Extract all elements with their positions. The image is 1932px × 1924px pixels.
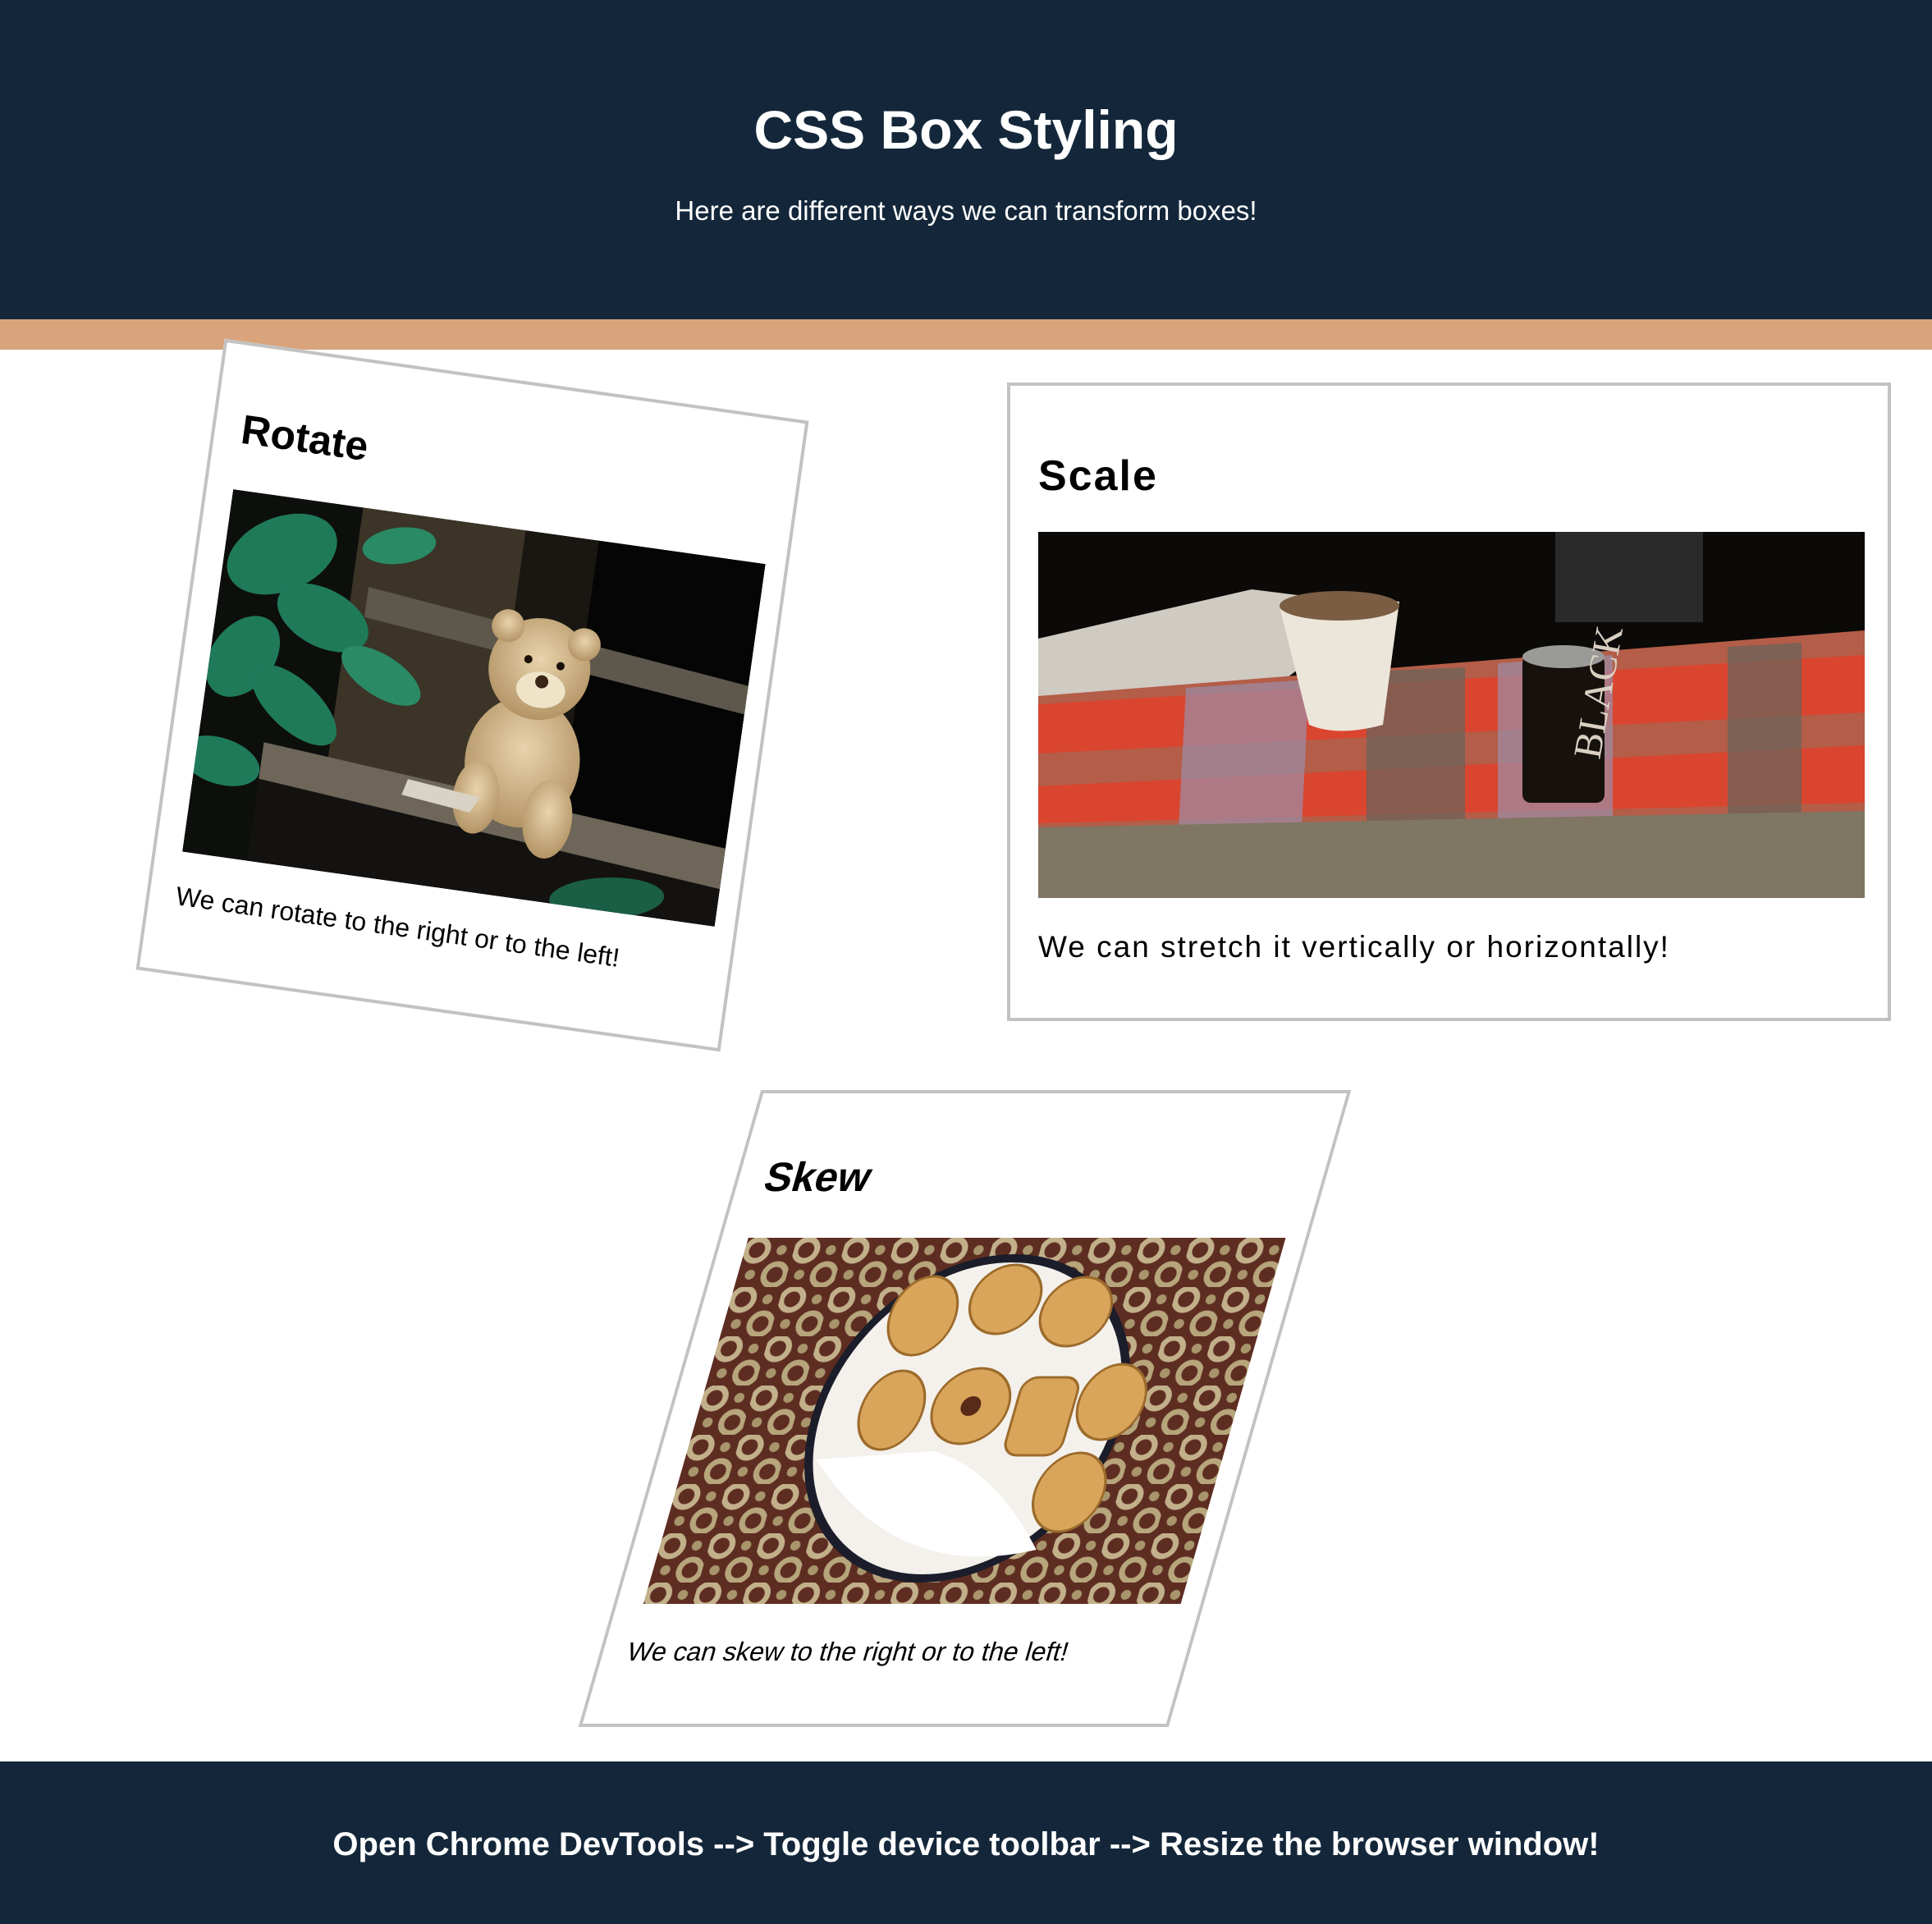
- card-title: Scale: [1038, 452, 1158, 500]
- scale-card: Scale BLACK We can stretch it vertically…: [1007, 383, 1891, 1021]
- page-header: CSS Box Styling Here are different ways …: [0, 0, 1932, 319]
- skew-card: Skew We can skew to the right or to the …: [578, 1090, 1352, 1727]
- card-title: Rotate: [238, 405, 372, 470]
- butter-cookies-photo: [643, 1238, 1286, 1604]
- footer-instructions: Open Chrome DevTools --> Toggle device t…: [332, 1826, 1600, 1862]
- teddy-bear-photo: [182, 489, 766, 927]
- page-subtitle: Here are different ways we can transform…: [675, 195, 1257, 226]
- card-title: Skew: [758, 1154, 877, 1200]
- card-caption: We can skew to the right or to the left!: [623, 1637, 1073, 1666]
- page-title: CSS Box Styling: [753, 99, 1179, 160]
- card-caption: We can stretch it vertically or horizont…: [1038, 930, 1670, 964]
- accent-stripe: [0, 319, 1932, 350]
- rotate-card: Rotate We can rotate to the right or to …: [135, 338, 809, 1052]
- page-footer: Open Chrome DevTools --> Toggle device t…: [0, 1761, 1932, 1924]
- coffee-cup-photo: BLACK: [1038, 532, 1865, 898]
